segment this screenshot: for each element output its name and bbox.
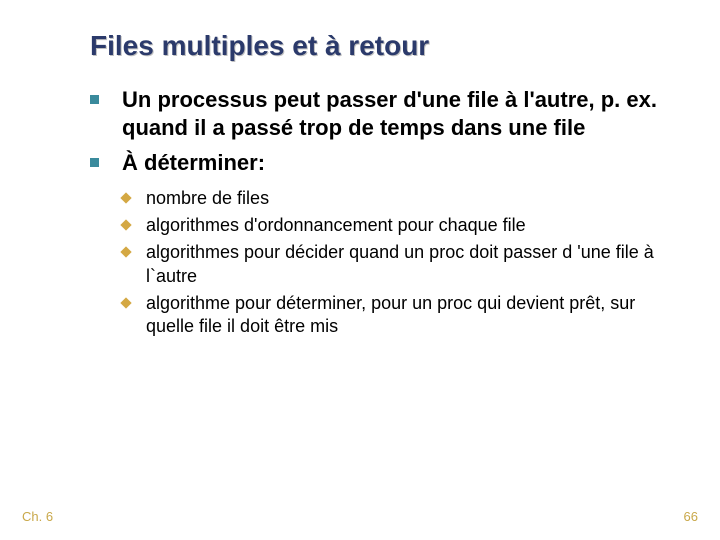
sub-bullet-text: algorithme pour déterminer, pour un proc… <box>146 293 635 336</box>
sub-bullet-text: algorithmes d'ordonnancement pour chaque… <box>146 215 526 235</box>
diamond-bullet-icon <box>120 247 131 258</box>
sub-bullet-list: nombre de files algorithmes d'ordonnance… <box>122 187 680 339</box>
square-bullet-icon <box>90 95 99 104</box>
sub-bullet-text: nombre de files <box>146 188 269 208</box>
sub-bullet-text: algorithmes pour décider quand un proc d… <box>146 242 654 285</box>
bullet-text: Un processus peut passer d'une file à l'… <box>122 87 657 140</box>
footer-page-number: 66 <box>684 509 698 524</box>
diamond-bullet-icon <box>120 219 131 230</box>
sub-bullet-item: nombre de files <box>122 187 680 210</box>
bullet-text: À déterminer: <box>122 150 265 175</box>
bullet-item: À déterminer: <box>90 149 680 177</box>
sub-bullet-item: algorithmes pour décider quand un proc d… <box>122 241 680 288</box>
slide-title: Files multiples et à retour <box>90 30 680 62</box>
square-bullet-icon <box>90 158 99 167</box>
sub-bullet-item: algorithme pour déterminer, pour un proc… <box>122 292 680 339</box>
main-bullet-list: Un processus peut passer d'une file à l'… <box>90 86 680 177</box>
footer-chapter: Ch. 6 <box>22 509 53 524</box>
sub-bullet-item: algorithmes d'ordonnancement pour chaque… <box>122 214 680 237</box>
diamond-bullet-icon <box>120 192 131 203</box>
bullet-item: Un processus peut passer d'une file à l'… <box>90 86 680 141</box>
diamond-bullet-icon <box>120 297 131 308</box>
slide: Files multiples et à retour Un processus… <box>0 0 720 540</box>
